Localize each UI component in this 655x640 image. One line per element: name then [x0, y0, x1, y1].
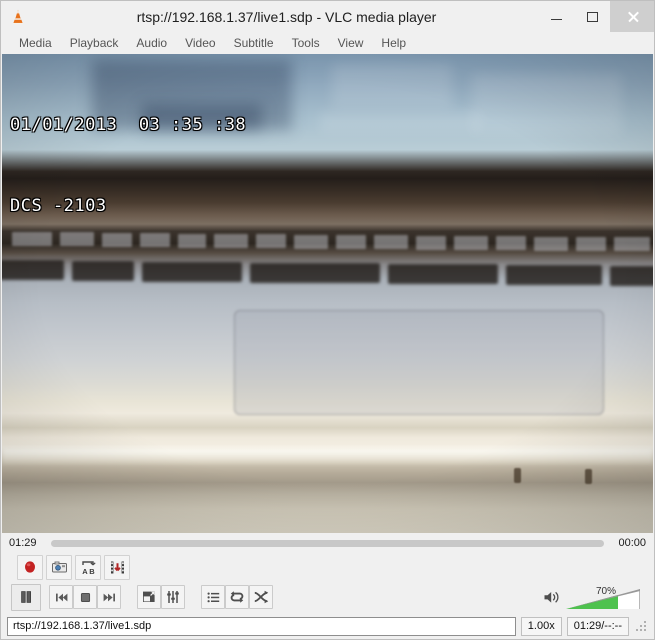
- menu-bar: Media Playback Audio Video Subtitle Tool…: [1, 32, 654, 54]
- screen-blob-light-right: [472, 74, 622, 134]
- stop-button[interactable]: [73, 585, 97, 609]
- minimize-button[interactable]: [538, 1, 574, 32]
- snapshot-button[interactable]: [46, 554, 72, 580]
- resize-grip[interactable]: [636, 619, 650, 633]
- menu-item-subtitle[interactable]: Subtitle: [225, 34, 283, 52]
- svg-text:A: A: [82, 567, 88, 576]
- current-media-url[interactable]: rtsp://192.168.1.37/live1.sdp: [7, 616, 516, 636]
- menu-item-view[interactable]: View: [329, 34, 373, 52]
- elapsed-time-label[interactable]: 01:29: [9, 537, 43, 549]
- osd-overlay-text: 01/01/2013 03 :35 :38 DCS -2103: [10, 58, 246, 274]
- menu-item-playback[interactable]: Playback: [61, 34, 128, 52]
- speaker-icon[interactable]: [543, 589, 562, 606]
- window-controls: [538, 1, 654, 32]
- screen-blob-light-low: [320, 112, 480, 132]
- volume-percent-label: 70%: [596, 586, 617, 597]
- menu-item-help[interactable]: Help: [372, 34, 415, 52]
- window-title: rtsp://192.168.1.37/live1.sdp - VLC medi…: [136, 8, 437, 25]
- record-button[interactable]: [17, 554, 43, 580]
- playlist-button[interactable]: [201, 585, 225, 609]
- laptop-port-2: [585, 469, 592, 484]
- controls-panel: 01:29 00:00 A B 70%: [1, 533, 654, 613]
- vlc-main-window: rtsp://192.168.1.37/live1.sdp - VLC medi…: [0, 0, 655, 640]
- seek-slider[interactable]: [51, 539, 604, 547]
- shuffle-button[interactable]: [249, 585, 273, 609]
- menu-item-audio[interactable]: Audio: [127, 34, 176, 52]
- osd-timestamp: 01/01/2013 03 :35 :38: [10, 115, 247, 135]
- laptop-trackpad: [234, 310, 604, 415]
- play-pause-button[interactable]: [11, 583, 41, 611]
- svg-text:B: B: [89, 567, 95, 576]
- next-button[interactable]: [97, 585, 121, 609]
- menu-item-media[interactable]: Media: [10, 34, 61, 52]
- vlc-cone-icon: [1, 1, 35, 32]
- extended-settings-button[interactable]: [161, 585, 185, 609]
- volume-slider[interactable]: 70%: [566, 586, 640, 609]
- ab-loop-button[interactable]: A B: [75, 554, 101, 580]
- time-indicator[interactable]: 01:29/--:--: [566, 616, 629, 636]
- menu-item-tools[interactable]: Tools: [283, 34, 329, 52]
- volume-control[interactable]: 70%: [543, 585, 646, 609]
- seek-row: 01:29 00:00: [1, 533, 654, 553]
- menu-item-video[interactable]: Video: [176, 34, 224, 52]
- osd-camera-name: DCS -2103: [10, 196, 107, 216]
- maximize-button[interactable]: [574, 1, 610, 32]
- total-time-label[interactable]: 00:00: [612, 537, 646, 549]
- playback-speed-indicator[interactable]: 1.00x: [520, 616, 562, 636]
- status-bar: rtsp://192.168.1.37/live1.sdp 1.00x 01:2…: [1, 613, 654, 639]
- loop-button[interactable]: [225, 585, 249, 609]
- advanced-controls-row: A B: [1, 553, 654, 581]
- previous-button[interactable]: [49, 585, 73, 609]
- fullscreen-button[interactable]: [137, 585, 161, 609]
- title-bar: rtsp://192.168.1.37/live1.sdp - VLC medi…: [1, 1, 654, 32]
- playback-controls-row: 70%: [1, 581, 654, 613]
- laptop-front-edge: [2, 448, 653, 464]
- close-button[interactable]: [610, 1, 654, 32]
- frame-by-frame-button[interactable]: [104, 554, 130, 580]
- video-output-area[interactable]: 01/01/2013 03 :35 :38 DCS -2103: [2, 54, 653, 533]
- screen-blob-light-mid: [332, 64, 452, 108]
- laptop-port-1: [514, 468, 521, 483]
